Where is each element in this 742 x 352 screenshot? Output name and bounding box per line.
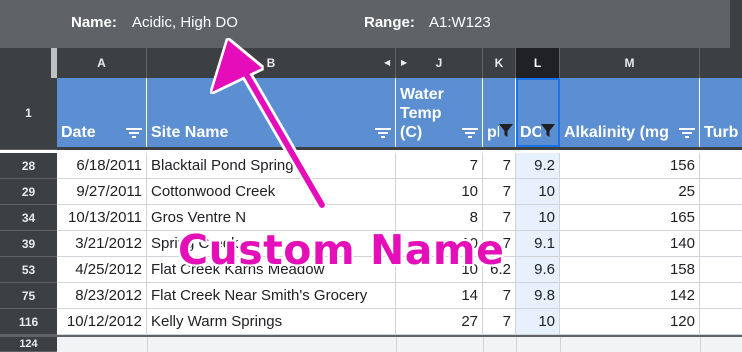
cell-empty[interactable] bbox=[700, 309, 742, 334]
cell-temp[interactable]: 14 bbox=[396, 283, 483, 308]
column-header-m[interactable]: M bbox=[560, 48, 700, 78]
column-header-l[interactable]: L bbox=[516, 48, 560, 78]
active-filter-icon[interactable] bbox=[499, 124, 513, 138]
cell-do[interactable]: 10 bbox=[516, 205, 560, 230]
header-alkalinity[interactable]: Alkalinity (mg bbox=[560, 78, 700, 147]
table-row: 6/18/2011 Blacktail Pond Springs 7 7 9.2 156 bbox=[57, 153, 742, 179]
cell-do[interactable]: 9.2 bbox=[516, 153, 560, 178]
header-site-name[interactable]: Site Name bbox=[147, 78, 396, 147]
row-header-last[interactable]: 124 bbox=[0, 335, 57, 352]
row-header[interactable]: 29 bbox=[0, 179, 57, 205]
cell-temp[interactable]: 27 bbox=[396, 309, 483, 334]
cell-empty[interactable] bbox=[700, 205, 742, 230]
row-header[interactable]: 34 bbox=[0, 205, 57, 231]
row-header[interactable]: 53 bbox=[0, 257, 57, 283]
scrollbar-corner bbox=[730, 0, 742, 48]
cell-site[interactable]: Kelly Warm Springs bbox=[147, 309, 396, 334]
cell-empty[interactable] bbox=[700, 153, 742, 178]
column-header-k[interactable]: K bbox=[483, 48, 516, 78]
cell-date[interactable]: 3/21/2012 bbox=[57, 231, 147, 256]
filter-icon[interactable] bbox=[126, 128, 142, 138]
cell-site[interactable]: Flat Creek Near Smith's Grocery bbox=[147, 283, 396, 308]
row-header[interactable]: 75 bbox=[0, 283, 57, 309]
filter-name-label: Name: bbox=[71, 14, 117, 31]
cell-date[interactable]: 8/23/2012 bbox=[57, 283, 147, 308]
cell-empty[interactable] bbox=[700, 179, 742, 204]
header-date[interactable]: Date bbox=[57, 78, 147, 147]
cell-ph[interactable]: 7 bbox=[483, 309, 516, 334]
header-water-temp[interactable]: Water Temp (C) bbox=[396, 78, 483, 147]
filter-icon[interactable] bbox=[462, 128, 478, 138]
column-header-row: A B ◀ ▶ J K L M bbox=[0, 48, 742, 78]
row-header[interactable]: 39 bbox=[0, 231, 57, 257]
cell-date[interactable]: 4/25/2012 bbox=[57, 257, 147, 282]
filter-range-label: Range: bbox=[364, 14, 415, 31]
header-turbidity[interactable]: Turb bbox=[700, 78, 742, 147]
filter-view-bar: Name: Acidic, High DO Range: A1:W123 bbox=[0, 0, 742, 48]
cell-site[interactable]: Cottonwood Creek bbox=[147, 179, 396, 204]
cell-alk[interactable]: 165 bbox=[560, 205, 700, 230]
cell-do[interactable]: 9.6 bbox=[516, 257, 560, 282]
column-header-n[interactable] bbox=[700, 48, 742, 78]
header-ph[interactable]: pH bbox=[483, 78, 516, 147]
cell-ph[interactable]: 7 bbox=[483, 179, 516, 204]
select-all-corner[interactable] bbox=[0, 48, 57, 78]
table-row: 8/23/2012 Flat Creek Near Smith's Grocery… bbox=[57, 283, 742, 309]
cell-do[interactable]: 9.1 bbox=[516, 231, 560, 256]
header-row: Date Site Name Water Temp (C) pH DO Alka… bbox=[57, 78, 742, 150]
row-header[interactable]: 28 bbox=[0, 153, 57, 179]
cell-empty[interactable] bbox=[700, 257, 742, 282]
cell-alk[interactable]: 158 bbox=[560, 257, 700, 282]
filter-range-value[interactable]: A1:W123 bbox=[429, 14, 491, 31]
cell-empty[interactable] bbox=[700, 231, 742, 256]
column-header-b[interactable]: B bbox=[147, 48, 396, 78]
row-header-1[interactable]: 1 bbox=[0, 78, 57, 150]
column-header-a[interactable]: A bbox=[57, 48, 147, 78]
column-header-j[interactable]: J bbox=[396, 48, 483, 78]
annotation-label: Custom Name bbox=[178, 226, 505, 274]
cell-alk[interactable]: 140 bbox=[560, 231, 700, 256]
cell-site[interactable]: Blacktail Pond Springs bbox=[147, 153, 396, 178]
cell-do[interactable]: 10 bbox=[516, 309, 560, 334]
cell-alk[interactable]: 142 bbox=[560, 283, 700, 308]
cell-alk[interactable]: 120 bbox=[560, 309, 700, 334]
cell-date[interactable]: 10/13/2011 bbox=[57, 205, 147, 230]
cell-date[interactable]: 10/12/2012 bbox=[57, 309, 147, 334]
cell-date[interactable]: 9/27/2011 bbox=[57, 179, 147, 204]
cell-temp[interactable]: 10 bbox=[396, 179, 483, 204]
hidden-columns-left-arrow[interactable]: ◀ bbox=[384, 48, 390, 78]
filter-icon[interactable] bbox=[375, 128, 391, 138]
active-filter-icon[interactable] bbox=[541, 124, 555, 138]
cell-ph[interactable]: 7 bbox=[483, 153, 516, 178]
table-row: 10/12/2012 Kelly Warm Springs 27 7 10 120 bbox=[57, 309, 742, 335]
cell-date[interactable]: 6/18/2011 bbox=[57, 153, 147, 178]
cell-ph[interactable]: 7 bbox=[483, 283, 516, 308]
cell-alk[interactable]: 25 bbox=[560, 179, 700, 204]
row-header[interactable]: 116 bbox=[0, 309, 57, 335]
empty-row[interactable] bbox=[57, 335, 742, 352]
cell-do[interactable]: 10 bbox=[516, 179, 560, 204]
table-row: 9/27/2011 Cottonwood Creek 10 7 10 25 bbox=[57, 179, 742, 205]
cell-alk[interactable]: 156 bbox=[560, 153, 700, 178]
cell-do[interactable]: 9.8 bbox=[516, 283, 560, 308]
filter-name-value[interactable]: Acidic, High DO bbox=[132, 14, 238, 31]
cell-temp[interactable]: 7 bbox=[396, 153, 483, 178]
cell-empty[interactable] bbox=[700, 283, 742, 308]
header-do[interactable]: DO bbox=[516, 78, 560, 147]
filter-icon[interactable] bbox=[677, 128, 695, 138]
